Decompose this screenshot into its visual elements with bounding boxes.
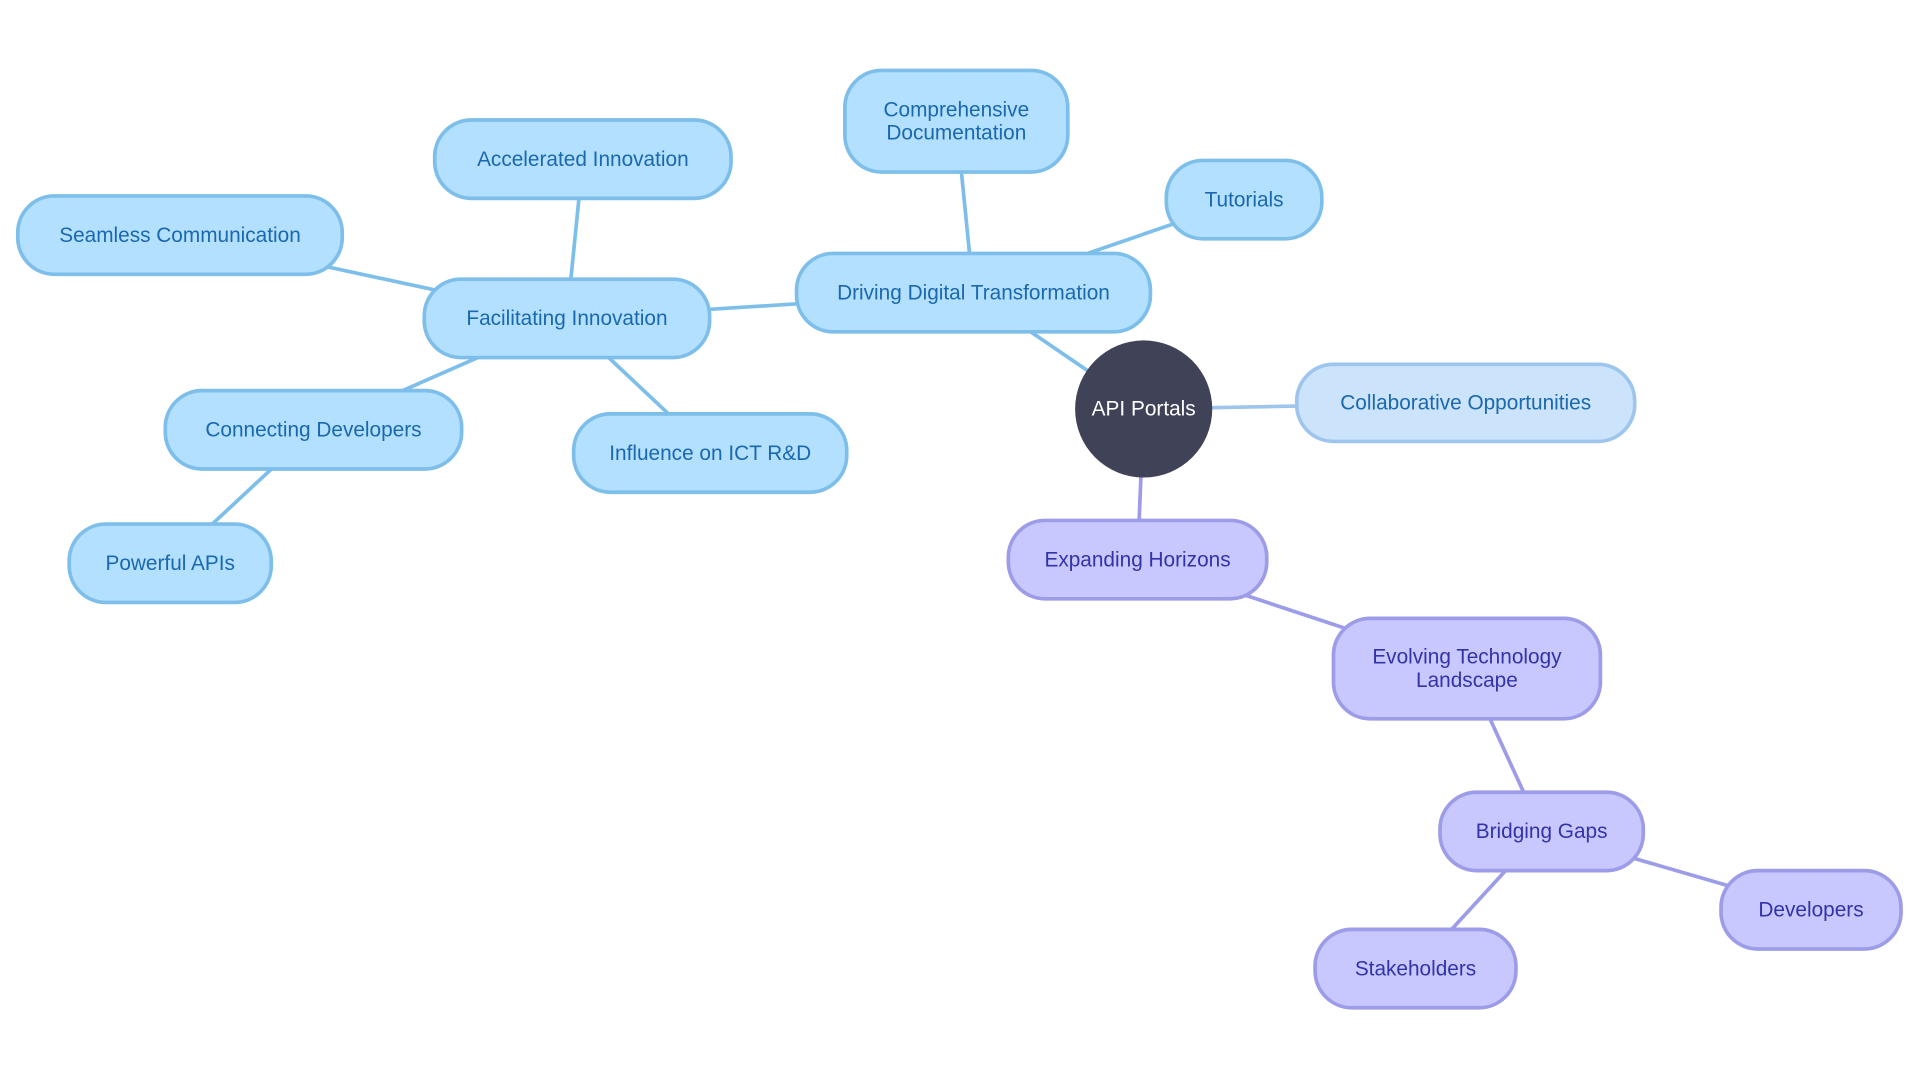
node-facilitating[interactable]: Facilitating Innovation [422,277,712,360]
mind-map: API Portals Collaborative Opportunities Dr… [15,68,1903,1010]
node-collab[interactable]: Collaborative Opportunities [1294,362,1637,444]
node-label: Seamless Communication [59,224,301,247]
node-root[interactable]: API Portals [1075,340,1213,478]
node-label: API Portals [1092,398,1196,421]
node-bridging[interactable]: Bridging Gaps [1438,790,1646,873]
node-seamless[interactable]: Seamless Communication [15,194,345,277]
node-label: Stakeholders [1355,957,1476,980]
node-docs[interactable]: ComprehensiveDocumentation [843,68,1070,174]
node-label: Evolving Technology [1372,646,1562,669]
node-label: Accelerated Innovation [477,148,689,171]
node-label: Connecting Developers [205,419,421,442]
node-label: Bridging Gaps [1476,820,1608,843]
node-label: Facilitating Innovation [466,307,667,330]
node-label: Influence on ICT R&D [609,442,811,465]
node-label: Tutorials [1205,188,1284,211]
nodes: API Portals Collaborative Opportunities Dr… [15,68,1903,1010]
node-accelerated[interactable]: Accelerated Innovation [432,118,733,201]
node-tutorials[interactable]: Tutorials [1164,158,1324,241]
node-influence[interactable]: Influence on ICT R&D [571,412,849,495]
node-driving[interactable]: Driving Digital Transformation [794,251,1153,334]
node-expanding[interactable]: Expanding Horizons [1006,518,1269,601]
node-stakeholders[interactable]: Stakeholders [1313,927,1518,1010]
node-label: Developers [1758,899,1863,922]
node-powerful[interactable]: Powerful APIs [67,522,274,605]
node-label: Documentation [886,122,1026,145]
node-label: Driving Digital Transformation [837,281,1110,304]
node-label: Expanding Horizons [1044,548,1230,571]
node-label: Landscape [1416,669,1518,692]
node-connecting[interactable]: Connecting Developers [163,388,464,471]
node-developers[interactable]: Developers [1719,868,1903,951]
node-label: Collaborative Opportunities [1340,392,1591,415]
node-label: Comprehensive [883,98,1029,121]
node-evolving[interactable]: Evolving TechnologyLandscape [1331,616,1603,721]
node-label: Powerful APIs [105,552,234,575]
